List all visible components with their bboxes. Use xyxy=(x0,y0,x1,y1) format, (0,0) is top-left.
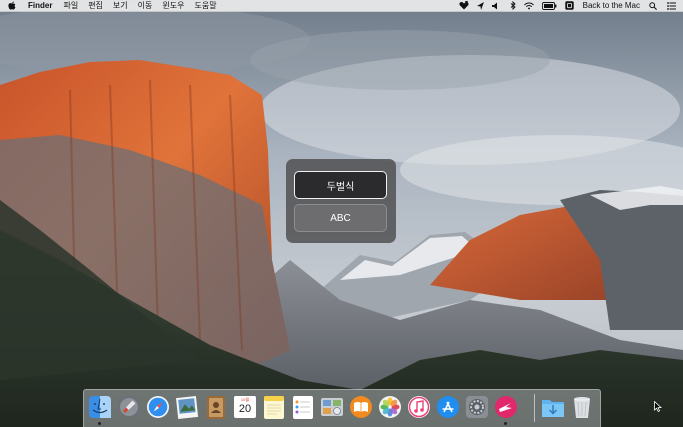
menu-app-finder[interactable]: Finder xyxy=(28,0,52,12)
calendar-day-label: 20 xyxy=(238,403,252,415)
menu-file[interactable]: 파일 xyxy=(63,0,78,12)
dock-finder-icon[interactable] xyxy=(88,395,112,420)
menu-help[interactable]: 도움말 xyxy=(194,0,216,12)
dock: 10월 20 xyxy=(83,389,601,427)
spotlight-icon[interactable] xyxy=(649,0,657,12)
desktop: Finder 파일 편집 보기 이동 윈도우 도움말 Back to the M… xyxy=(0,0,683,427)
location-arrow-icon[interactable] xyxy=(476,0,484,12)
menubar-clock[interactable]: Back to the Mac xyxy=(583,1,640,10)
dock-skitch-icon[interactable] xyxy=(494,395,518,420)
running-indicator xyxy=(98,422,101,425)
wifi-icon[interactable] xyxy=(523,0,534,12)
dock-safari-icon[interactable] xyxy=(146,395,170,420)
dock-photo-booth-icon[interactable] xyxy=(320,395,344,420)
dock-launchpad-icon[interactable] xyxy=(117,395,141,420)
dock-system-preferences-icon[interactable] xyxy=(465,395,489,420)
dock-ibooks-icon[interactable] xyxy=(349,395,373,420)
mouse-cursor-icon xyxy=(654,401,662,412)
menu-bar: Finder 파일 편집 보기 이동 윈도우 도움말 Back to the M… xyxy=(0,0,683,12)
dock-itunes-icon[interactable] xyxy=(407,395,431,420)
dock-contacts-icon[interactable] xyxy=(204,395,228,420)
dock-downloads-folder-icon[interactable] xyxy=(541,395,565,420)
dock-separator xyxy=(534,394,535,422)
dock-calendar-icon[interactable]: 10월 20 xyxy=(233,395,257,420)
heart-status-icon[interactable] xyxy=(459,0,469,12)
menu-go[interactable]: 이동 xyxy=(138,0,153,12)
notification-center-icon[interactable] xyxy=(667,0,676,12)
dock-app-store-icon[interactable] xyxy=(436,395,460,420)
dock-notes-icon[interactable] xyxy=(262,395,286,420)
keyboard-input-icon[interactable] xyxy=(564,0,574,12)
menu-window[interactable]: 윈도우 xyxy=(162,0,184,12)
dock-photos-icon[interactable] xyxy=(378,395,402,420)
menu-edit[interactable]: 편집 xyxy=(88,0,103,12)
input-source-switcher: 두벌식 ABC xyxy=(286,159,396,243)
menu-view[interactable]: 보기 xyxy=(113,0,128,12)
input-source-option-2set-korean[interactable]: 두벌식 xyxy=(294,171,387,199)
dock-preview-icon[interactable] xyxy=(175,395,199,420)
apple-logo-icon[interactable] xyxy=(8,1,18,10)
battery-icon[interactable] xyxy=(541,0,557,12)
dock-reminders-icon[interactable] xyxy=(291,395,315,420)
bluetooth-icon[interactable] xyxy=(510,0,516,12)
dock-trash-icon[interactable] xyxy=(570,395,594,420)
running-indicator xyxy=(504,422,507,425)
volume-icon[interactable] xyxy=(491,0,498,12)
input-source-option-abc[interactable]: ABC xyxy=(294,204,387,232)
